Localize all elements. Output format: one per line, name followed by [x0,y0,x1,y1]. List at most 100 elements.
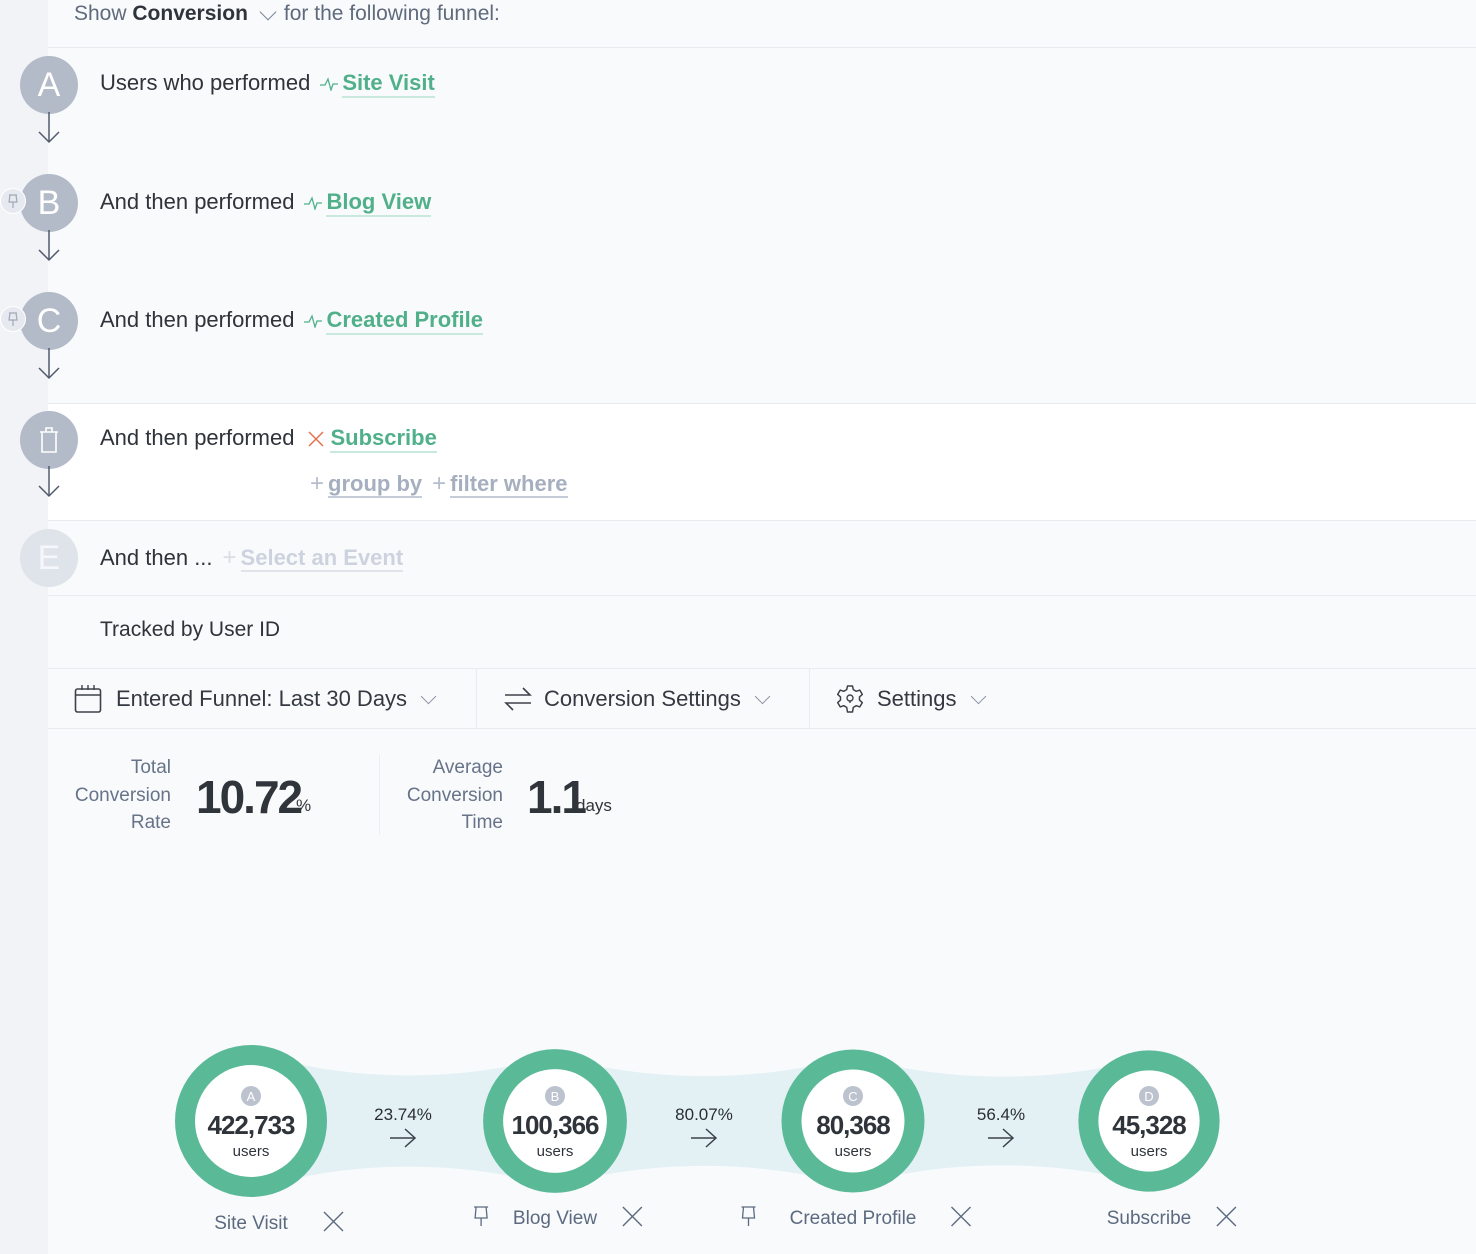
chevron-down-icon[interactable] [259,3,277,21]
down-arrow-icon [38,348,60,380]
funnel-node-unit: users [537,1143,574,1160]
funnel-node-badge-letter: D [1144,1089,1153,1104]
funnel-node-b: B 100,366 users [483,1049,627,1193]
down-arrow-icon [38,466,60,498]
conversion-settings-dropdown[interactable]: Conversion Settings [504,669,771,729]
funnel-node-d: D 45,328 users [1078,1050,1220,1192]
conversion-rate-label: 80.07% [675,1105,733,1124]
funnel-node-badge-letter: A [247,1089,256,1104]
remove-x-icon[interactable] [323,1211,344,1232]
plus-icon: + [222,544,237,571]
pin-icon[interactable] [474,1206,489,1226]
swap-arrows-icon [504,687,532,711]
funnel-toolbar: Entered Funnel: Last 30 Days Conversion … [48,668,1476,729]
step-badge-b: B [20,174,78,232]
pin-icon [8,312,18,326]
funnel-node-label: Site Visit [214,1213,288,1234]
avg-conversion-time-unit: days [576,796,612,815]
settings-label: Settings [877,686,957,711]
funnel-node-label: Created Profile [790,1208,917,1229]
step-badge-a: A [20,56,78,114]
funnel-node-unit: users [835,1143,872,1160]
event-link-site-visit[interactable]: Site Visit [342,70,435,98]
step-badge-e: E [20,529,78,587]
step-d-actions: + group by + filter where [300,470,568,498]
funnel-header: Show Conversion for the following funnel: [48,0,1476,48]
step-prefix: And then performed [100,189,295,214]
funnel-node-label-row: Site Visit [214,1211,344,1234]
chevron-down-icon [970,688,986,704]
funnel-node-label-row: Blog View [474,1206,643,1229]
divider [476,669,477,729]
conversion-rate-label: 56.4% [977,1105,1025,1124]
date-range-dropdown[interactable]: Entered Funnel: Last 30 Days [74,669,437,729]
funnel-node-unit: users [1131,1143,1168,1160]
step-badge-c: C [20,292,78,350]
remove-x-icon[interactable] [308,431,324,447]
funnel-node-users: 80,368 [816,1110,890,1140]
funnel-node-a: A 422,733 users [175,1045,327,1197]
total-conversion-unit: % [296,796,312,815]
funnel-node-badge-letter: C [848,1089,857,1104]
step-c: And then performed Created Profile [100,307,483,335]
activity-icon [304,196,323,211]
event-link-created-profile[interactable]: Created Profile [326,307,483,335]
down-arrow-icon [38,112,60,144]
calendar-icon [74,685,102,713]
funnel-node-label-row: Subscribe [1107,1206,1237,1229]
step-a: Users who performed Site Visit [100,70,435,98]
funnel-node-users: 45,328 [1112,1110,1186,1140]
avg-conversion-time-label: Average Conversion Time [406,757,503,833]
date-range-label: Entered Funnel: Last 30 Days [116,686,408,711]
remove-x-icon[interactable] [1216,1206,1237,1227]
header-suffix: for the following funnel: [283,2,500,25]
remove-x-icon[interactable] [951,1206,971,1227]
activity-icon [320,77,339,92]
delete-step-button[interactable] [20,411,78,469]
step-prefix: Users who performed [100,70,311,95]
step-prefix: And then performed [100,425,295,450]
activity-icon [304,314,323,329]
select-event-input[interactable]: Select an Event [240,545,404,572]
funnel-node-label: Subscribe [1107,1208,1192,1229]
funnel-node-badge-letter: B [551,1089,560,1104]
chevron-down-icon [754,688,771,704]
step-e: And then ... + Select an Event [100,544,404,572]
pin-icon[interactable] [741,1206,756,1226]
event-link-blog-view[interactable]: Blog View [326,189,432,217]
divider [48,595,1476,596]
plus-icon: + [310,470,325,497]
tracked-by-label[interactable]: Tracked by User ID [100,618,280,642]
gear-icon [836,685,864,713]
filter-where-link[interactable]: filter where [450,471,568,498]
total-conversion-value: 10.72 [196,771,303,823]
funnel-node-unit: users [233,1143,270,1160]
funnel-node-label: Blog View [513,1208,597,1229]
trash-icon [40,427,58,453]
chevron-down-icon [420,688,437,704]
pin-button[interactable] [0,188,26,214]
divider [809,669,810,729]
step-d: And then performed Subscribe [100,425,437,453]
event-link-subscribe[interactable]: Subscribe [330,425,437,453]
show-label: Show [74,2,127,25]
conversion-settings-label: Conversion Settings [544,686,741,711]
pin-button[interactable] [0,306,26,332]
group-by-link[interactable]: group by [328,471,423,498]
funnel-node-label-row: Created Profile [741,1206,971,1229]
metric-selector[interactable]: Conversion [132,2,248,25]
funnel-chart: 23.74% 80.07% 56.4% A 422,733 users Site Visit… [175,1045,1237,1234]
settings-dropdown[interactable]: Settings [835,669,986,729]
plus-icon: + [432,470,447,497]
step-prefix: And then performed [100,307,295,332]
conversion-rate-label: 23.74% [374,1105,432,1124]
step-b: And then performed Blog View [100,189,432,217]
funnel-node-users: 100,366 [512,1110,600,1140]
pin-icon [8,194,18,208]
step-d-row [48,403,1476,521]
step-prefix: And then ... [100,545,213,570]
funnel-node-c: C 80,368 users [781,1049,925,1193]
down-arrow-icon [38,230,60,262]
remove-x-icon[interactable] [622,1206,643,1227]
total-conversion-label: Total Conversion Rate [74,757,171,833]
